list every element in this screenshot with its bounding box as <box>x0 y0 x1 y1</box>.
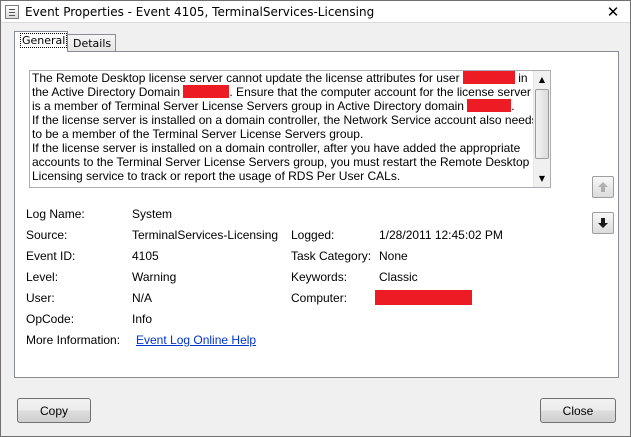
scroll-down-icon[interactable]: ▼ <box>534 170 550 187</box>
description-scrollbar[interactable]: ▲ ▼ <box>533 71 550 187</box>
event-log-online-help-link[interactable]: Event Log Online Help <box>136 333 256 347</box>
event-properties-window: Event Properties - Event 4105, TerminalS… <box>0 0 631 437</box>
computer-label: Computer: <box>291 291 348 305</box>
logged-label: Logged: <box>291 228 335 242</box>
user-value: N/A <box>132 291 153 305</box>
event-viewer-icon <box>5 4 19 19</box>
level-value: Warning <box>132 270 177 284</box>
close-button[interactable]: Close <box>540 398 616 423</box>
redacted-user <box>462 71 515 84</box>
more-information-label: More Information: <box>26 333 121 347</box>
title-bar[interactable]: Event Properties - Event 4105, TerminalS… <box>1 1 630 23</box>
description-line: to be a member of the Terminal Server Li… <box>32 127 364 141</box>
logged-value: 1/28/2011 12:45:02 PM <box>379 228 503 242</box>
description-line: Licensing service to track or report the… <box>32 169 401 183</box>
description-line: The Remote Desktop license server cannot… <box>32 71 528 85</box>
opcode-value: Info <box>132 312 153 326</box>
event-description-text: The Remote Desktop license server cannot… <box>32 71 538 183</box>
keywords-value: Classic <box>379 270 418 284</box>
description-line: accounts to the Terminal Server License … <box>32 155 530 169</box>
window-close-button[interactable]: ✕ <box>604 4 622 20</box>
scrollbar-thumb[interactable] <box>535 89 549 159</box>
description-line: the Active Directory Domain . Ensure tha… <box>32 85 531 99</box>
window-title: Event Properties - Event 4105, TerminalS… <box>25 4 375 19</box>
level-label: Level: <box>26 270 59 284</box>
task-category-value: None <box>379 249 408 263</box>
arrow-down-icon <box>598 218 608 228</box>
description-line: If the license server is installed on a … <box>32 113 538 127</box>
tab-general-label: General <box>20 33 68 48</box>
arrow-up-icon <box>598 182 608 192</box>
redacted-domain <box>467 99 512 112</box>
keywords-label: Keywords: <box>291 270 348 284</box>
event-description-textbox[interactable]: The Remote Desktop license server cannot… <box>29 70 551 188</box>
source-value: TerminalServices-Licensing <box>132 228 279 242</box>
redacted-computer-value <box>375 290 472 305</box>
next-event-button[interactable] <box>592 212 614 234</box>
redacted-domain <box>183 85 230 98</box>
log-name-label: Log Name: <box>26 207 85 221</box>
opcode-label: OpCode: <box>26 312 75 326</box>
copy-button[interactable]: Copy <box>17 398 91 423</box>
event-id-value: 4105 <box>132 249 159 263</box>
description-line: If the license server is installed on a … <box>32 141 521 155</box>
tab-details-label: Details <box>73 37 112 50</box>
log-name-value: System <box>132 207 173 221</box>
description-line: is a member of Terminal Server License S… <box>32 99 515 113</box>
scroll-up-icon[interactable]: ▲ <box>534 71 550 88</box>
user-label: User: <box>26 291 55 305</box>
tab-general[interactable]: General <box>14 31 68 52</box>
task-category-label: Task Category: <box>291 249 372 263</box>
source-label: Source: <box>26 228 68 242</box>
event-id-label: Event ID: <box>26 249 76 263</box>
previous-event-button[interactable] <box>592 176 614 198</box>
